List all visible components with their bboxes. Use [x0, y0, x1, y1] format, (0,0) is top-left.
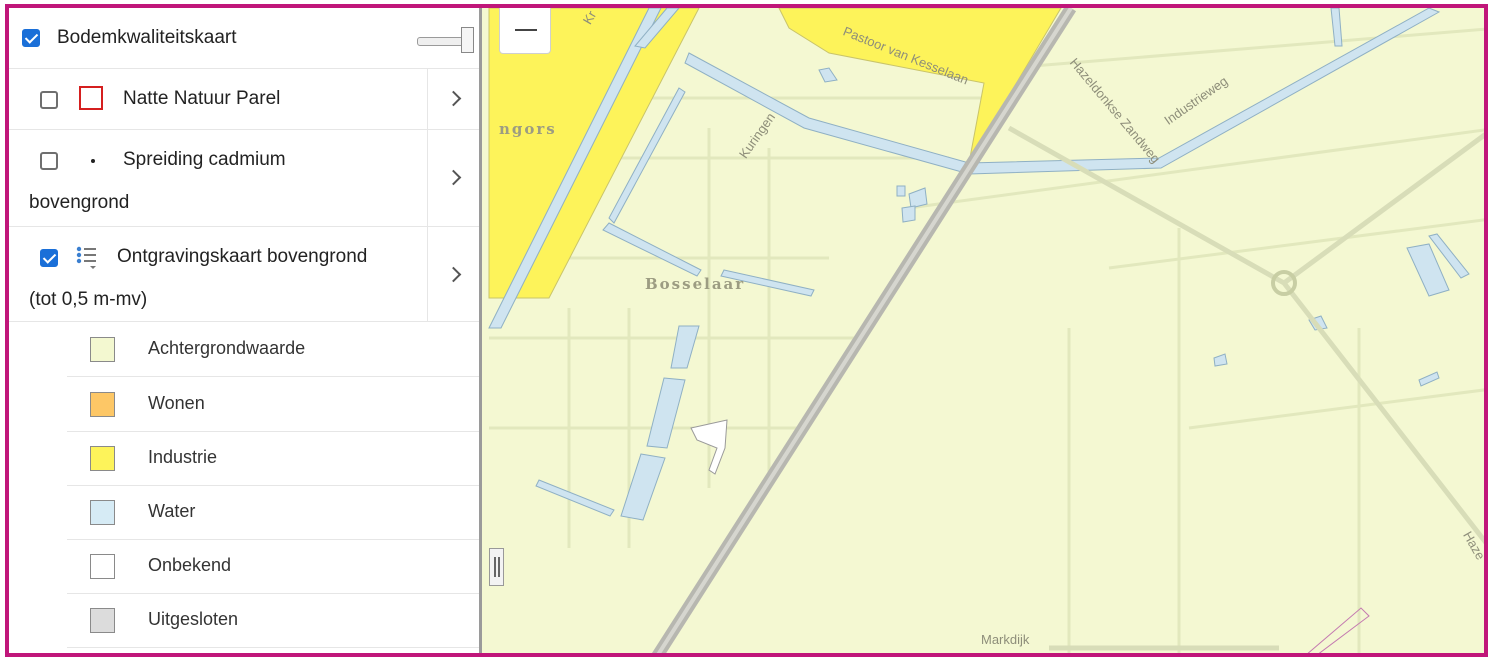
- legend-item: Achtergrondwaarde: [67, 322, 479, 377]
- layer-row-natte-natuur-parel[interactable]: Natte Natuur Parel: [9, 69, 479, 130]
- legend-swatch: [90, 392, 115, 417]
- legend-swatch: [90, 446, 115, 471]
- legend-swatch: [90, 337, 115, 362]
- legend-item: Onbekend: [67, 539, 479, 594]
- legend-item: Wonen: [67, 377, 479, 432]
- legend-label: Onbekend: [148, 555, 232, 575]
- red-outline-square-icon: [79, 86, 103, 110]
- layer-label: Ontgravingskaart bovengrond: [117, 246, 368, 267]
- legend-swatch: [90, 608, 115, 633]
- panel-resize-handle[interactable]: [489, 548, 504, 586]
- legend-label: Industrie: [148, 447, 218, 467]
- layer-label: Natte Natuur Parel: [123, 88, 281, 109]
- layer-label-line2: bovengrond: [29, 192, 130, 213]
- legend-label: Uitgesloten: [148, 609, 239, 629]
- chevron-right-icon: [445, 169, 462, 186]
- legend-label: Wonen: [148, 393, 205, 413]
- map-viewer: Bosselaar ngors Kuringen Hazeldonkse Zan…: [5, 4, 1488, 657]
- chevron-right-icon: [445, 90, 462, 107]
- legend-item: Water: [67, 485, 479, 540]
- checkbox-ontgravingskaart[interactable]: [40, 249, 58, 267]
- map-label-markdijk: Markdijk: [981, 632, 1030, 647]
- layer-row-ontgravingskaart[interactable]: Ontgravingskaart bovengrond (tot 0,5 m-m…: [9, 227, 479, 322]
- expand-button[interactable]: [427, 69, 479, 129]
- legend-item: Uitgesloten: [67, 593, 479, 648]
- layer-row-spreiding-cadmium[interactable]: Spreiding cadmium bovengrond: [9, 130, 479, 227]
- legend-label: Achtergrondwaarde: [148, 338, 306, 358]
- layer-row-bodemkwaliteitskaart: Bodemkwaliteitskaart: [9, 8, 479, 69]
- map-label-bosselaar: Bosselaar: [645, 275, 746, 293]
- chevron-right-icon: [445, 266, 462, 283]
- legend-swatch: [90, 500, 115, 525]
- map-label-tangors: ngors: [499, 120, 557, 138]
- expand-button[interactable]: [427, 227, 479, 321]
- layer-panel: Bodemkwaliteitskaart Natte Natuur Parel …: [9, 8, 482, 653]
- checkbox-natte-natuur-parel[interactable]: [40, 91, 58, 109]
- legend-list-icon[interactable]: [75, 245, 103, 271]
- dot-icon: [91, 159, 95, 163]
- legend-label: Water: [148, 501, 196, 521]
- expand-button[interactable]: [427, 130, 479, 226]
- checkbox-spreiding-cadmium[interactable]: [40, 152, 58, 170]
- opacity-slider-handle[interactable]: [461, 27, 474, 53]
- zoom-out-button[interactable]: [499, 8, 551, 54]
- layer-label: Spreiding cadmium: [123, 149, 286, 170]
- layer-label: Bodemkwaliteitskaart: [57, 27, 237, 48]
- legend-swatch: [90, 554, 115, 579]
- checkbox-bodemkwaliteitskaart[interactable]: [22, 29, 40, 47]
- legend-item: Industrie: [67, 431, 479, 486]
- layer-label-line2: (tot 0,5 m-mv): [29, 289, 148, 310]
